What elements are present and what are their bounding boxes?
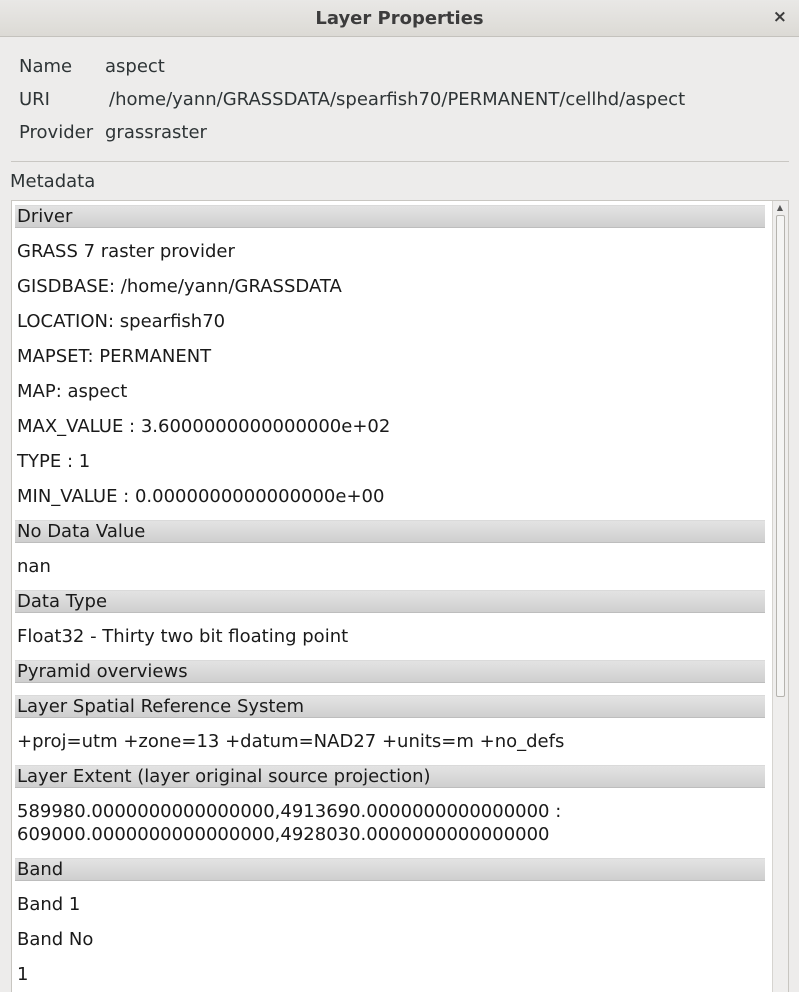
metadata-value: +proj=utm +zone=13 +datum=NAD27 +units=m…	[17, 731, 565, 752]
provider-label: Provider	[19, 122, 94, 143]
metadata-section-header: Layer Extent (layer original source proj…	[15, 765, 765, 788]
metadata-label: Metadata	[10, 171, 96, 192]
scrollbar-thumb[interactable]	[776, 215, 785, 697]
metadata-section-header: Driver	[15, 205, 765, 228]
metadata-section-header: Pyramid overviews	[15, 660, 765, 683]
metadata-value: TYPE : 1	[17, 451, 91, 472]
metadata-value: MAP: aspect	[17, 381, 128, 402]
metadata-value: 1	[17, 964, 29, 985]
vertical-scrollbar[interactable]: ▲	[772, 201, 788, 992]
metadata-section-header: Layer Spatial Reference System	[15, 695, 765, 718]
metadata-value: Band No	[17, 929, 94, 950]
metadata-section-header: Data Type	[15, 590, 765, 613]
name-label: Name	[19, 56, 73, 77]
close-icon[interactable]: ×	[773, 7, 787, 27]
metadata-list: Driver GRASS 7 raster provider GISDBASE: /…	[15, 205, 765, 992]
title-bar[interactable]: Layer Properties ×	[0, 0, 799, 37]
layer-properties-window: Layer Properties × Name aspect URI /home…	[0, 0, 799, 992]
metadata-value-line: 609000.0000000000000000,4928030.00000000…	[17, 824, 550, 845]
name-value: aspect	[105, 56, 165, 77]
metadata-section-header: Band	[15, 858, 765, 881]
metadata-value: MAPSET: PERMANENT	[17, 346, 212, 367]
uri-value: /home/yann/GRASSDATA/spearfish70/PERMANE…	[109, 89, 686, 110]
uri-label: URI	[19, 89, 50, 110]
provider-value: grassraster	[105, 122, 207, 143]
metadata-value: Float32 - Thirty two bit floating point	[17, 626, 349, 647]
metadata-value: MIN_VALUE : 0.0000000000000000e+00	[17, 486, 385, 507]
metadata-value: nan	[17, 556, 51, 577]
separator	[11, 161, 789, 162]
metadata-panel[interactable]: Driver GRASS 7 raster provider GISDBASE: /…	[11, 200, 789, 992]
metadata-value-line: 589980.0000000000000000,4913690.00000000…	[17, 801, 562, 822]
metadata-value: GISDBASE: /home/yann/GRASSDATA	[17, 276, 342, 297]
window-title: Layer Properties	[315, 8, 484, 29]
metadata-value: MAX_VALUE : 3.6000000000000000e+02	[17, 416, 391, 437]
metadata-value-multiline: 589980.0000000000000000,4913690.00000000…	[15, 800, 765, 846]
scroll-up-arrow-icon[interactable]: ▲	[775, 203, 785, 213]
metadata-value: Band 1	[17, 894, 81, 915]
metadata-section-header: No Data Value	[15, 520, 765, 543]
metadata-value: LOCATION: spearfish70	[17, 311, 226, 332]
metadata-value: GRASS 7 raster provider	[17, 241, 235, 262]
